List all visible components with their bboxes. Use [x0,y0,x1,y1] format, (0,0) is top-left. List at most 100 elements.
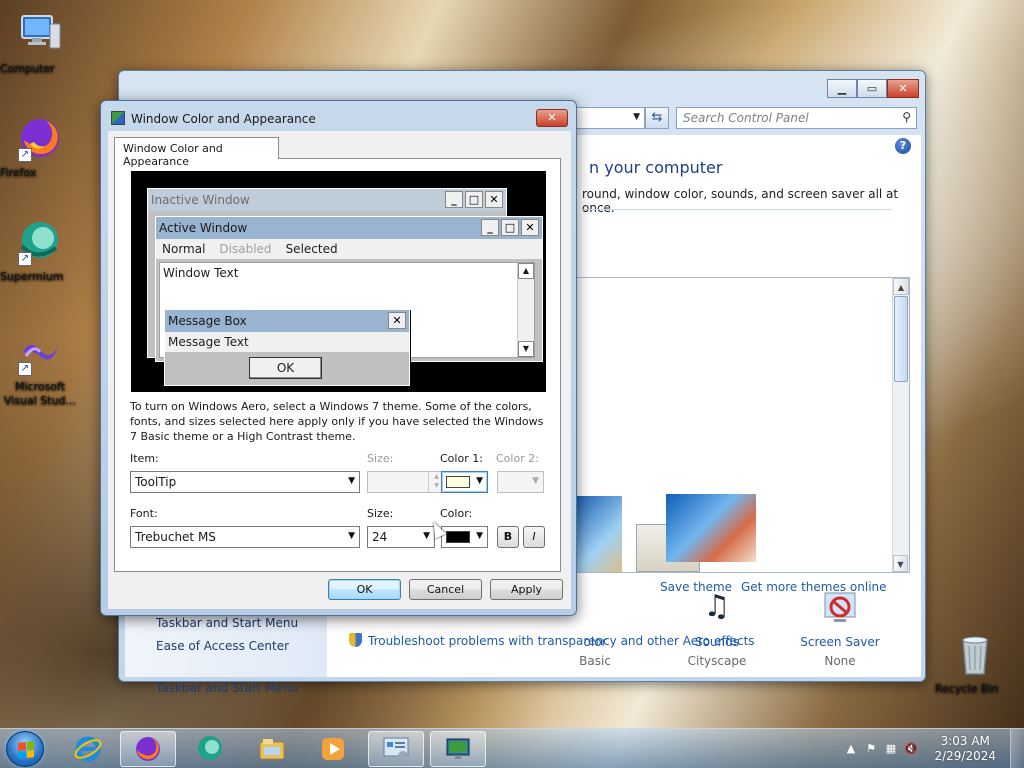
sounds-value: Cityscape [687,654,747,668]
scroll-thumb[interactable] [894,296,908,382]
search-icon[interactable]: ⚲ [902,110,911,124]
taskbar: ▲ ⚑ ▦ 🔇 3:03 AM 2/29/2024 [0,728,1024,768]
theme-list-scrollbar[interactable]: ▲ ▼ [892,278,909,572]
close-button[interactable]: ✕ [536,109,568,127]
help-icon[interactable]: ? [895,138,911,154]
chevron-down-icon[interactable]: ▼ [423,531,430,541]
preview-inactive-caption: Inactive Window _ □ ✕ [148,189,506,211]
appearance-preview[interactable]: Inactive Window _ □ ✕ Active Window _ □ ✕ No… [131,171,546,392]
italic-button[interactable]: I [523,526,545,548]
chevron-down-icon[interactable]: ▼ [348,531,355,541]
screen-saver-value: None [824,654,856,668]
desktop-icon-label: Recycle Bin [935,682,999,695]
theme-list[interactable]: ▲ ▼ Save theme Get more themes online [575,277,910,594]
preview-menu-normal[interactable]: Normal [162,242,205,259]
preview-menu-disabled[interactable]: Disabled [219,242,271,259]
ok-button[interactable]: OK [328,579,401,600]
shortcut-arrow-icon: ↗ [18,252,32,266]
taskbar-internet-explorer[interactable] [60,731,116,767]
desktop-icon-visual-studio[interactable]: ↗ Microsoft Visual Stud... [0,328,80,407]
cancel-button[interactable]: Cancel [409,579,482,600]
sounds-item[interactable]: ♫ Sounds Cityscape [667,589,767,668]
close-icon: ✕ [388,312,406,329]
screen-saver-item[interactable]: Screen Saver None [790,589,890,668]
search-input[interactable]: Search Control Panel ⚲ [676,107,917,129]
preview-message-text: Message Text [165,332,409,352]
preview-menu-selected[interactable]: Selected [286,242,338,259]
font-color-label: Color: [440,507,473,520]
taskbar-control-panel[interactable] [368,731,424,767]
supermium-icon: ↗ [16,218,64,266]
theme-thumbnail[interactable] [576,496,622,572]
scroll-up-icon[interactable]: ▲ [893,278,909,295]
taskbar-supermium[interactable] [182,731,238,767]
taskbar-display-settings[interactable] [430,731,486,767]
taskbar-media-player[interactable] [305,731,361,767]
font-color-swatch [446,531,470,543]
sidebar-link-taskbar[interactable]: Taskbar and Start Menu [156,681,298,695]
color2-picker[interactable]: ▼ [497,471,544,493]
taskbar-file-explorer[interactable] [244,731,300,767]
chevron-down-icon[interactable]: ▼ [476,531,483,541]
firefox-icon: ↗ [16,114,64,162]
internet-explorer-icon [74,736,102,762]
scroll-down-icon[interactable]: ▼ [893,555,908,572]
tab-window-color-appearance[interactable]: Window Color and Appearance [114,137,279,168]
font-select[interactable]: Trebuchet MS ▼ [130,526,360,548]
preview-inactive-title: Inactive Window [151,193,250,207]
shortcut-arrow-icon: ↗ [18,148,32,162]
chevron-down-icon[interactable]: ▼ [476,476,483,486]
desktop-icon-supermium[interactable]: ↗ Supermium [0,218,80,283]
preview-ok-button[interactable]: OK [249,357,322,379]
color1-picker[interactable]: ▼ [441,471,488,493]
bold-button[interactable]: B [497,526,519,548]
chevron-down-icon[interactable]: ▼ [532,476,539,486]
file-explorer-icon [259,739,285,760]
minimize-button[interactable]: ▁ [827,79,857,98]
sidebar-link-taskbar-start-menu[interactable]: Taskbar and Start Menu [156,616,298,630]
appearance-icon [111,111,125,125]
close-icon: ✕ [521,219,539,236]
volume-muted-icon[interactable]: 🔇 [904,742,918,756]
desktop-icon-label: Supermium [0,270,64,283]
desktop-icon-recycle-bin[interactable]: Recycle Bin [935,630,1015,695]
preview-message-box-title: Message Box [168,314,247,328]
item-size-stepper[interactable]: ▲ ▼ [367,471,445,493]
taskbar-firefox[interactable] [120,731,176,767]
troubleshoot-link[interactable]: Troubleshoot problems with transparency … [349,633,755,648]
preview-message-box[interactable]: Message Box ✕ Message Text OK [164,309,410,386]
system-tray: ▲ ⚑ ▦ 🔇 3:03 AM 2/29/2024 [834,729,1024,768]
theme-thumbnail[interactable] [666,494,756,562]
font-color-picker[interactable]: ▼ [441,526,488,548]
show-hidden-icons-icon[interactable]: ▲ [844,742,858,756]
maximize-icon: □ [501,219,519,236]
page-subtitle: round, window color, sounds, and screen … [582,187,899,215]
action-center-flag-icon[interactable]: ⚑ [864,742,878,756]
media-player-icon [322,738,344,760]
show-desktop-button[interactable] [1010,729,1024,768]
tab-panel: Inactive Window _ □ ✕ Active Window _ □ ✕ No… [114,158,561,572]
close-button[interactable]: ✕ [887,79,919,98]
item-select[interactable]: ToolTip ▼ [130,471,360,493]
chevron-down-icon[interactable]: ▼ [348,476,355,486]
font-size-label: Size: [367,507,394,520]
desktop-icon-label: Microsoft Visual Stud... [3,380,77,407]
network-icon[interactable]: ▦ [884,742,898,756]
preview-scrollbar[interactable]: ▲ ▼ [517,263,534,357]
desktop-icon-computer[interactable]: Computer [0,10,80,75]
minimize-icon: _ [481,219,499,236]
shortcut-arrow-icon: ↗ [18,362,32,376]
clock[interactable]: 3:03 AM 2/29/2024 [934,734,996,764]
apply-button[interactable]: Apply [490,579,563,600]
desktop-icon-firefox[interactable]: ↗ Firefox [0,114,80,179]
refresh-button[interactable]: ⇆ [645,107,669,129]
start-button[interactable] [6,731,44,767]
maximize-button[interactable]: ▭ [857,79,887,98]
chevron-down-icon[interactable]: ▼ [633,112,640,122]
address-bar[interactable]: ▼ [575,107,645,129]
desktop-icon-label: Firefox [0,166,37,179]
sidebar-link-ease-of-access[interactable]: Ease of Access Center [156,639,289,653]
font-size-select[interactable]: 24 ▼ [367,526,435,548]
preview-active-caption: Active Window _ □ ✕ [156,217,542,239]
color1-swatch [446,476,470,488]
